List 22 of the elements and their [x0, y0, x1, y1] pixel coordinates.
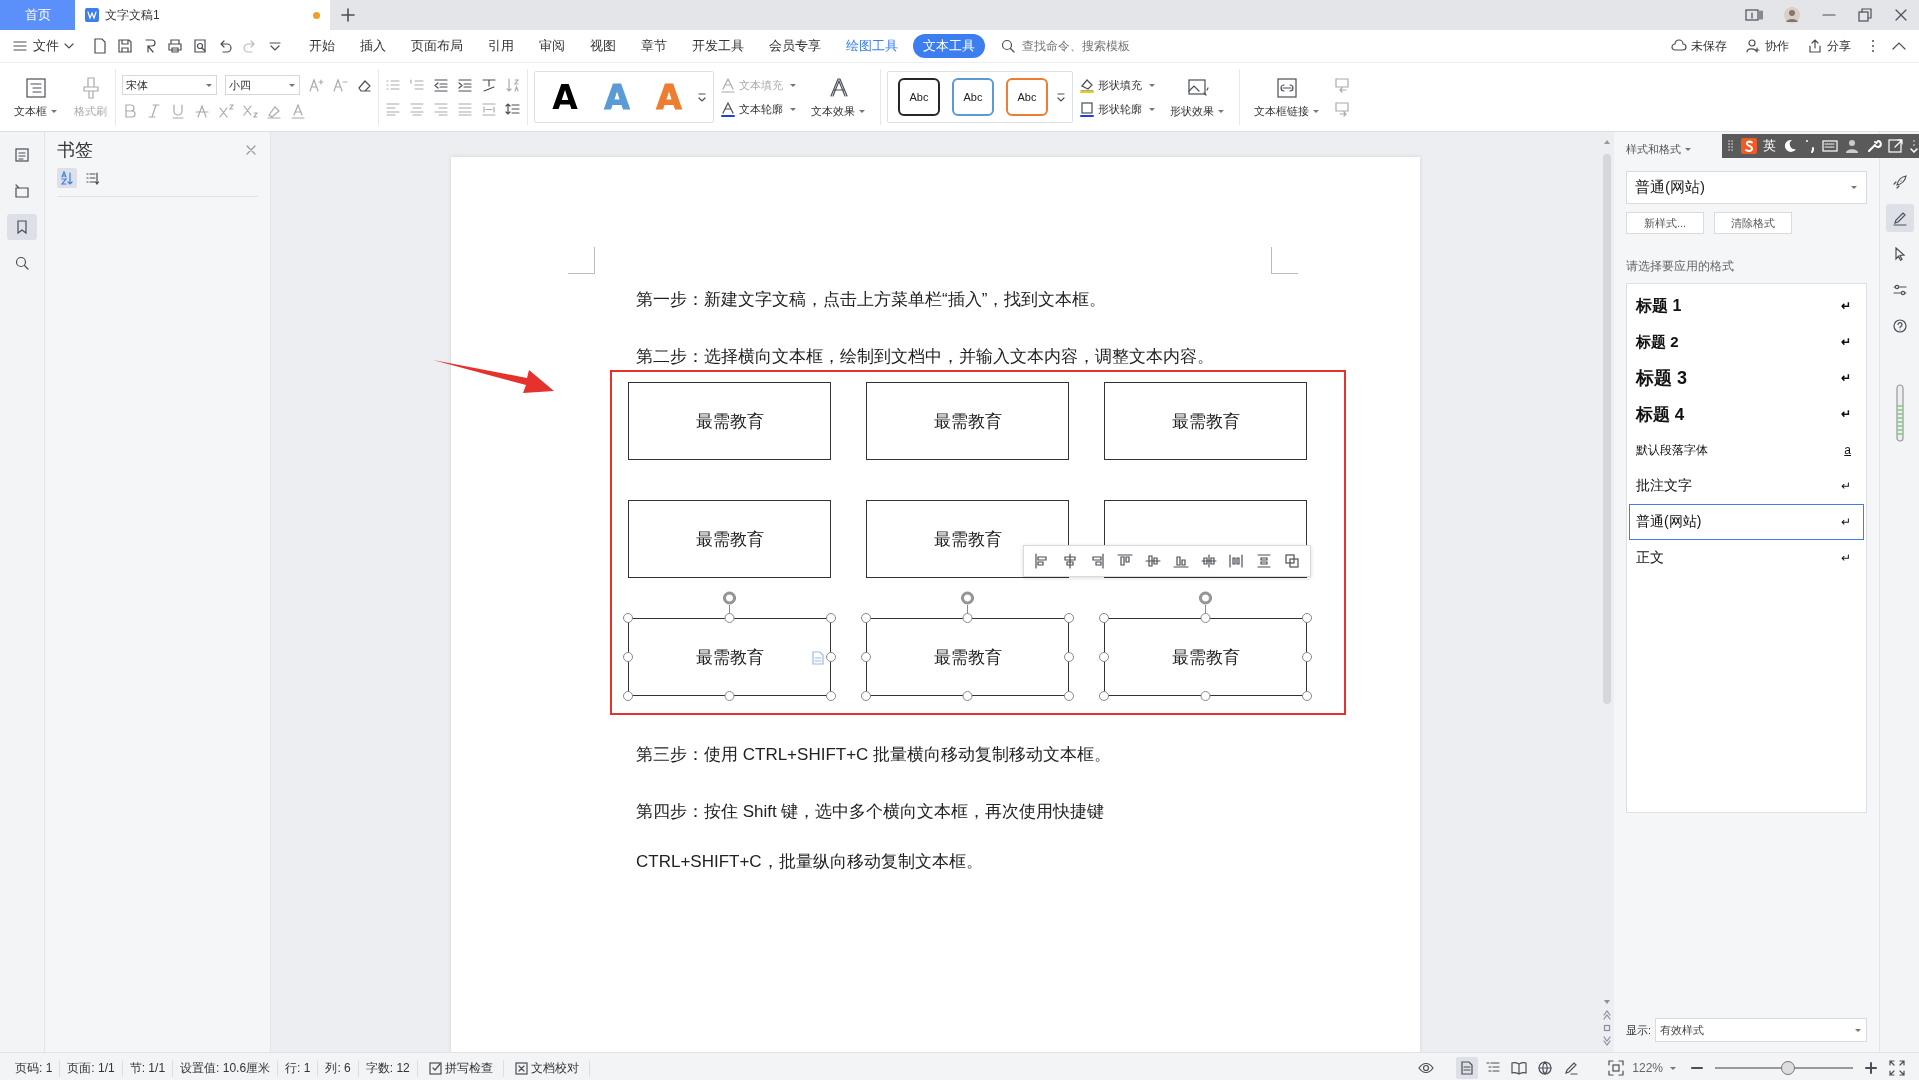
paragraph: 第一步：新建文字文稿，点击上方菜单栏“插入”，找到文本框。	[636, 289, 1108, 311]
status-text: 行: 1	[278, 1059, 319, 1077]
status-text: 设置值: 10.6厘米	[173, 1059, 279, 1077]
paragraph: 第四步：按住 Shift 键，选中多个横向文本框，再次使用快捷键 CTRL+SHIFT+C，批量纵向移动复制文本框。	[636, 801, 1106, 873]
text-box-text: 最需教育	[695, 410, 764, 433]
text-box-text: 最需教育	[695, 646, 764, 669]
paragraph: 第三步：使用 CTRL+SHIFT+C 批量横向移动复制移动文本框。	[636, 744, 1113, 766]
status-text: 页码: 1	[8, 1059, 61, 1077]
text-box-text: 最需教育	[933, 410, 1002, 433]
panel-hint: 请选择要应用的格式	[1626, 258, 1735, 275]
status-text: 页面: 1/1	[60, 1059, 123, 1077]
text-box-text: 最需教育	[1171, 646, 1240, 669]
show-label: 显示:	[1626, 1022, 1652, 1038]
text-box-text: 最需教育	[933, 528, 1002, 551]
paragraph: 第二步：选择横向文本框，绘制到文档中，并输入文本内容，调整文本内容。	[636, 346, 1215, 368]
text-box-text: 最需教育	[1171, 410, 1240, 433]
panel-title: 书签	[57, 139, 93, 162]
text-box-text: 最需教育	[933, 646, 1002, 669]
status-text: 节: 1/1	[122, 1059, 174, 1077]
status-text: 字数: 12	[358, 1059, 418, 1077]
status-text: 列: 6	[318, 1059, 359, 1077]
text-box-text: 最需教育	[695, 528, 764, 551]
